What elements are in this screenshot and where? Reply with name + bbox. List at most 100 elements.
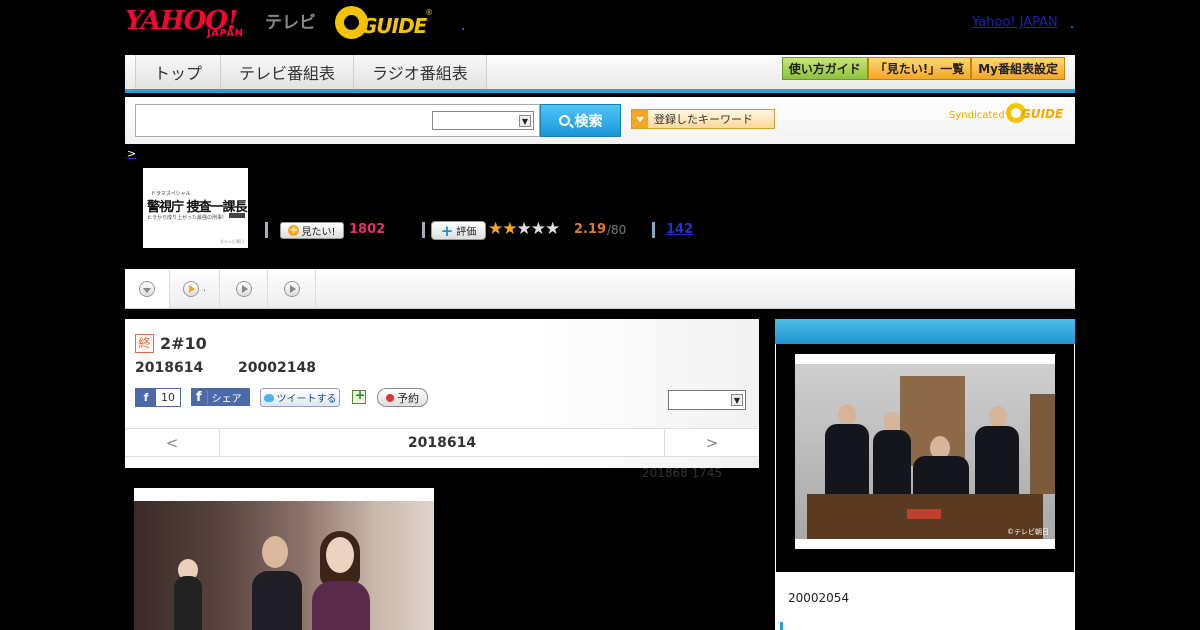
facebook-icon: f [136,389,156,406]
reserve-label: 予約 [397,391,419,405]
program-subtabs: . [125,269,1075,309]
yahoo-japan-link[interactable]: Yahoo! JAPAN [972,15,1058,30]
tv-label: テレビ [265,13,316,33]
tweet-button[interactable]: ツイートする [260,388,340,407]
photo-person [989,406,1007,428]
episode-select[interactable]: ▼ [668,390,746,410]
cast-photo: ©テレビ朝日 [795,354,1055,549]
rating-score: 2.19 [574,222,607,237]
nav-tab-tv-listings[interactable]: テレビ番組表 [220,55,354,89]
episode-title: 2#10 [160,334,207,353]
star-icon: ★ [502,219,517,239]
photo-person [884,412,900,432]
rating-stars: ★★★★★ [488,219,560,239]
episode-photo [134,488,434,630]
episode-date: 2018614 [135,360,204,376]
plus-icon: + [440,221,454,240]
photo-bookshelf [1030,394,1055,494]
play-icon [283,280,300,297]
sidebar-photo-frame: ©テレビ朝日 [776,344,1074,572]
photo-person [975,426,1019,504]
poster-copyright: ©テレビ朝日 [220,239,244,244]
photo-nameplate [907,509,941,519]
rate-label: 評価 [456,227,477,238]
photo-person [262,536,288,568]
rate-button[interactable]: + 評価 [431,221,486,240]
nav-tab-radio-listings[interactable]: ラジオ番組表 [353,55,487,89]
search-button[interactable]: 検索 [540,104,621,137]
star-icon: ★ [530,219,546,239]
nav-buttons: 使い方ガイド 「見たい!」一覧 My番組表設定 [781,57,1065,80]
want-to-see-button[interactable]: + 見たい! [280,222,344,239]
poster-subtitle: ヒラから成り上がった最強の刑事! [147,215,225,221]
star-icon: ★ [545,219,560,239]
g-guide-logo-text: GUIDE [361,14,427,38]
star-icon: ★ [488,219,503,239]
main-nav: トップ テレビ番組表 ラジオ番組表 使い方ガイド 「見たい!」一覧 My番組表設… [125,55,1075,93]
my-listing-settings-button[interactable]: My番組表設定 [971,57,1065,80]
facebook-share-label: シェア [211,393,242,405]
header-dot [1071,26,1073,28]
episode-pager: < 2018614 > [125,428,759,457]
chevron-down-icon [139,280,155,297]
status-badge: 終 [135,334,154,353]
syndicated-logo-text: GUIDE [1021,107,1064,121]
photo-person [825,424,869,504]
plus-icon: + [288,225,300,236]
poster-badge [229,213,245,218]
divider [422,222,425,238]
want-to-see-list-button[interactable]: 「見たい!」一覧 [867,57,972,80]
play-icon [182,280,199,297]
want-to-see-count: 1802 [349,222,386,237]
prev-episode-button[interactable]: < [125,429,220,456]
episode-panel: 終 2#10 2018614 20002148 f 10 f シェア ツイートす… [125,319,759,468]
photo-person [838,404,856,426]
photo-person [174,576,202,630]
chevron-down-icon: ▼ [731,394,743,406]
registered-mark-icon: ® [425,8,433,17]
registered-keywords-button[interactable]: 登録したキーワード [631,109,775,129]
sidebar-accent-bar [780,622,783,630]
nav-tabs: トップ テレビ番組表 ラジオ番組表 [135,55,487,89]
review-count-link[interactable]: 142 [666,222,693,237]
program-poster[interactable]: ドラマスペシャル 警視庁 捜査一課長 ヒラから成り上がった最強の刑事! ©テレビ… [143,168,248,248]
reserve-button[interactable]: 予約 [377,388,428,407]
search-button-label: 検索 [574,113,603,130]
yahoo-logo-japan: JAPAN [207,28,244,39]
registered-keywords-label: 登録したキーワード [654,113,753,126]
g-guide-logo[interactable]: GUIDE ® [335,6,433,40]
usage-guide-button[interactable]: 使い方ガイド [781,57,868,80]
divider [652,222,655,238]
search-category-select[interactable]: ▼ [432,111,534,130]
want-to-see-label: 見たい! [301,227,336,238]
photo-scene [134,501,434,630]
air-info: 201868 1745 [642,466,723,480]
twitter-bird-icon [263,393,274,402]
photo-person [252,571,302,630]
subtab-episodes[interactable]: . [170,269,220,308]
photo-copyright: ©テレビ朝日 [1007,528,1049,536]
rating-count: /80 [607,223,627,237]
subtab-4[interactable] [268,269,316,308]
facebook-like-count: 10 [161,391,175,404]
divider [265,222,268,238]
photo-person [326,537,354,573]
facebook-like-button[interactable]: f 10 [135,388,181,407]
add-calendar-icon[interactable] [352,388,366,404]
play-icon [235,280,252,297]
subtab-3[interactable] [220,269,268,308]
sidebar-program-id: 20002054 [788,591,850,605]
subtab-overview[interactable] [125,269,170,308]
breadcrumb[interactable]: > [127,147,136,160]
syndicated-label: Syndicated [949,110,1005,121]
subtab-label: . [202,283,207,294]
nav-tab-top[interactable]: トップ [135,55,221,89]
record-dot-icon [386,393,394,402]
dropdown-arrow-icon [632,110,648,128]
facebook-share-button[interactable]: f シェア [191,388,250,406]
header-dot [462,28,464,30]
search-bar: ▼ 検索 登録したキーワード Syndicated GUIDE [125,97,1075,144]
tweet-label: ツイートする [276,394,337,405]
sidebar-panel: ©テレビ朝日 20002054 [775,319,1075,630]
next-episode-button[interactable]: > [664,429,759,456]
